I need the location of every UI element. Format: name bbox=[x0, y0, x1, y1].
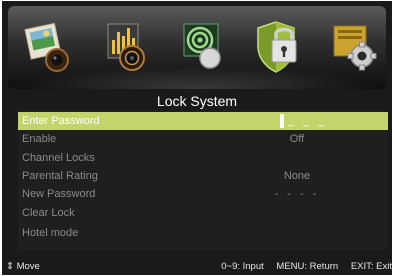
move-hint: ⇕ Move bbox=[6, 259, 40, 275]
lock-menu: Enter Password _ _ _ Enable Off Channel … bbox=[18, 110, 388, 250]
menu-item-label: Hotel mode bbox=[22, 227, 79, 239]
menu-item-label: Clear Lock bbox=[22, 207, 75, 219]
text-cursor bbox=[280, 114, 284, 128]
menu-item-clear-lock[interactable]: Clear Lock bbox=[18, 204, 388, 222]
move-hint-label: Move bbox=[16, 261, 40, 272]
menu-item-label: Enter Password bbox=[22, 115, 100, 127]
menu-item-label: New Password bbox=[22, 188, 96, 200]
menu-item-label: Channel Locks bbox=[22, 152, 95, 164]
menu-item-value: - - - - bbox=[274, 188, 320, 200]
sound-icon[interactable] bbox=[100, 18, 154, 76]
exit-hint: EXIT: Exit bbox=[350, 261, 392, 272]
picture-icon[interactable] bbox=[22, 18, 76, 76]
up-down-arrow-icon: ⇕ bbox=[6, 261, 14, 272]
input-hint: 0~9: Input bbox=[221, 261, 264, 272]
lock-icon[interactable] bbox=[252, 18, 306, 76]
menu-item-new-password[interactable]: New Password - - - - bbox=[18, 185, 388, 203]
return-hint: MENU: Return bbox=[276, 261, 339, 272]
menu-item-enable[interactable]: Enable Off bbox=[18, 130, 388, 148]
setup-icon[interactable] bbox=[328, 18, 382, 76]
menu-category-bar bbox=[8, 6, 386, 89]
menu-item-channel-locks[interactable]: Channel Locks bbox=[18, 149, 388, 167]
menu-item-value: None bbox=[283, 170, 311, 182]
password-input[interactable]: _ _ _ bbox=[288, 112, 327, 130]
menu-item-enter-password[interactable]: Enter Password _ _ _ bbox=[18, 112, 388, 130]
menu-item-value: Off bbox=[289, 133, 305, 145]
page-title: Lock System bbox=[156, 93, 238, 109]
menu-item-label: Parental Rating bbox=[22, 170, 98, 182]
menu-item-hotel-mode[interactable]: Hotel mode bbox=[18, 224, 388, 242]
menu-item-parental-rating[interactable]: Parental Rating None bbox=[18, 167, 388, 185]
key-hints-bar: ⇕ Move 0~9: Input MENU: Return EXIT: Exi… bbox=[2, 259, 392, 275]
channel-icon[interactable] bbox=[176, 18, 230, 76]
tv-screen: Lock System Enter Password _ _ _ Enable … bbox=[2, 1, 392, 275]
menu-item-label: Enable bbox=[22, 133, 57, 145]
